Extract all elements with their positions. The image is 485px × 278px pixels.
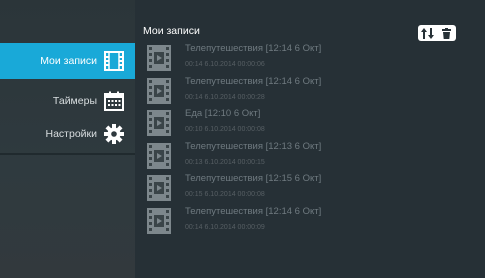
list-item[interactable]: Телепутешествия [12:13 6 Окт] 00:13 6.10…: [145, 140, 465, 173]
trash-icon[interactable]: [440, 27, 453, 39]
recording-meta: 00:10 6.10.2014 00:00:08: [185, 126, 265, 133]
sidebar-item-label: Мои записи: [40, 55, 97, 67]
list-item[interactable]: Телепутешествия [12:14 6 Окт] 00:14 6.10…: [145, 42, 465, 75]
sidebar: Мои записи Таймеры Настройки: [0, 0, 135, 278]
sidebar-divider: [0, 153, 135, 155]
recording-title: Телепутешествия [12:14 6 Окт]: [185, 75, 322, 87]
recording-meta: 00:14 6.10.2014 00:00:06: [185, 61, 265, 68]
recording-title: Телепутешествия [12:15 6 Окт]: [185, 173, 322, 184]
page-title: Мои записи: [143, 25, 200, 37]
video-file-icon: [147, 142, 171, 169]
list-item[interactable]: Телепутешествия [12:14 6 Окт] 00:14 6.10…: [145, 75, 465, 108]
recording-meta: 00:14 6.10.2014 00:00:28: [185, 93, 265, 101]
recording-title: Телепутешествия [12:14 6 Окт]: [185, 43, 322, 54]
gear-icon: [104, 124, 124, 144]
list-item[interactable]: Телепутешествия [12:14 6 Окт] 00:14 6.10…: [145, 205, 465, 238]
video-file-icon: [147, 175, 171, 201]
film-icon: [104, 51, 124, 71]
sidebar-item-label: Настройки: [45, 128, 98, 140]
list-item[interactable]: Телепутешествия [12:15 6 Окт] 00:15 6.10…: [145, 172, 465, 205]
calendar-icon: [104, 91, 124, 111]
recording-title: Еда [12:10 6 Окт]: [185, 108, 261, 119]
sidebar-item-timers[interactable]: Таймеры: [0, 83, 135, 119]
video-file-icon: [147, 110, 171, 136]
sidebar-item-settings[interactable]: Настройки: [0, 116, 135, 152]
recording-title: Телепутешествия [12:14 6 Окт]: [185, 205, 322, 217]
sidebar-item-label: Таймеры: [52, 95, 97, 107]
recording-title: Телепутешествия [12:13 6 Окт]: [185, 140, 322, 152]
list-item[interactable]: Еда [12:10 6 Окт] 00:10 6.10.2014 00:00:…: [145, 107, 465, 140]
sidebar-item-my-recordings[interactable]: Мои записи: [0, 43, 135, 79]
video-file-icon: [147, 45, 171, 71]
video-file-icon: [147, 77, 171, 104]
sort-icon[interactable]: [421, 27, 434, 39]
video-file-icon: [147, 207, 171, 234]
recording-meta: 00:15 6.10.2014 00:00:08: [185, 191, 265, 198]
recording-meta: 00:14 6.10.2014 00:00:09: [185, 223, 265, 231]
toolbar: [418, 25, 456, 41]
recording-meta: 00:13 6.10.2014 00:00:15: [185, 158, 265, 166]
